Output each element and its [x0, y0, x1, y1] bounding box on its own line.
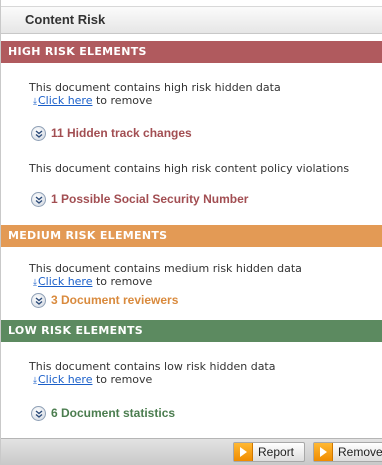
- high-risk-remove-line: ⤓Click here to remove: [33, 94, 152, 109]
- double-chevron-down-icon[interactable]: [31, 192, 46, 207]
- high-risk-title: HIGH RISK ELEMENTS: [8, 45, 147, 58]
- high-risk-hidden-message: This document contains high risk hidden …: [29, 81, 281, 94]
- medium-risk-hidden-message: This document contains medium risk hidde…: [29, 262, 302, 275]
- low-risk-title: LOW RISK ELEMENTS: [8, 324, 143, 337]
- high-risk-header: HIGH RISK ELEMENTS: [1, 41, 382, 63]
- low-risk-item-label: 6 Document statistics: [51, 406, 176, 420]
- low-risk-header: LOW RISK ELEMENTS: [1, 320, 382, 342]
- download-arrow-icon: ⤓: [33, 376, 37, 386]
- remove-suffix: to remove: [92, 275, 153, 288]
- low-risk-click-here-link[interactable]: Click here: [38, 373, 93, 386]
- medium-risk-item-label: 3 Document reviewers: [51, 293, 179, 307]
- medium-risk-click-here-link[interactable]: Click here: [38, 275, 93, 288]
- double-chevron-down-icon[interactable]: [31, 293, 46, 308]
- double-chevron-down-icon[interactable]: [31, 406, 46, 421]
- medium-risk-title: MEDIUM RISK ELEMENTS: [8, 229, 168, 242]
- high-risk-click-here-link[interactable]: Click here: [38, 94, 93, 107]
- high-risk-item-label: 11 Hidden track changes: [51, 126, 192, 140]
- remove-button-label: Remove: [338, 445, 382, 459]
- orange-arrow-icon: [234, 443, 253, 461]
- high-risk-item-label: 1 Possible Social Security Number: [51, 192, 249, 206]
- report-button-label: Report: [258, 445, 295, 459]
- double-chevron-down-icon[interactable]: [31, 126, 46, 141]
- action-footer: Report Remove: [1, 438, 382, 465]
- low-risk-hidden-message: This document contains low risk hidden d…: [29, 360, 276, 373]
- medium-risk-header: MEDIUM RISK ELEMENTS: [1, 225, 382, 247]
- panel-title: Content Risk: [25, 12, 106, 27]
- low-risk-remove-line: ⤓Click here to remove: [33, 373, 152, 388]
- medium-risk-remove-line: ⤓Click here to remove: [33, 275, 152, 290]
- panel-header: Content Risk: [1, 6, 382, 34]
- remove-suffix: to remove: [92, 94, 153, 107]
- high-risk-policy-message: This document contains high risk content…: [29, 162, 350, 175]
- report-button[interactable]: Report: [233, 442, 305, 462]
- orange-arrow-icon: [314, 443, 333, 461]
- remove-button[interactable]: Remove: [313, 442, 382, 462]
- remove-suffix: to remove: [92, 373, 153, 386]
- content-risk-panel: Content Risk HIGH RISK ELEMENTS This doc…: [0, 0, 382, 465]
- download-arrow-icon: ⤓: [33, 278, 37, 288]
- download-arrow-icon: ⤓: [33, 97, 37, 107]
